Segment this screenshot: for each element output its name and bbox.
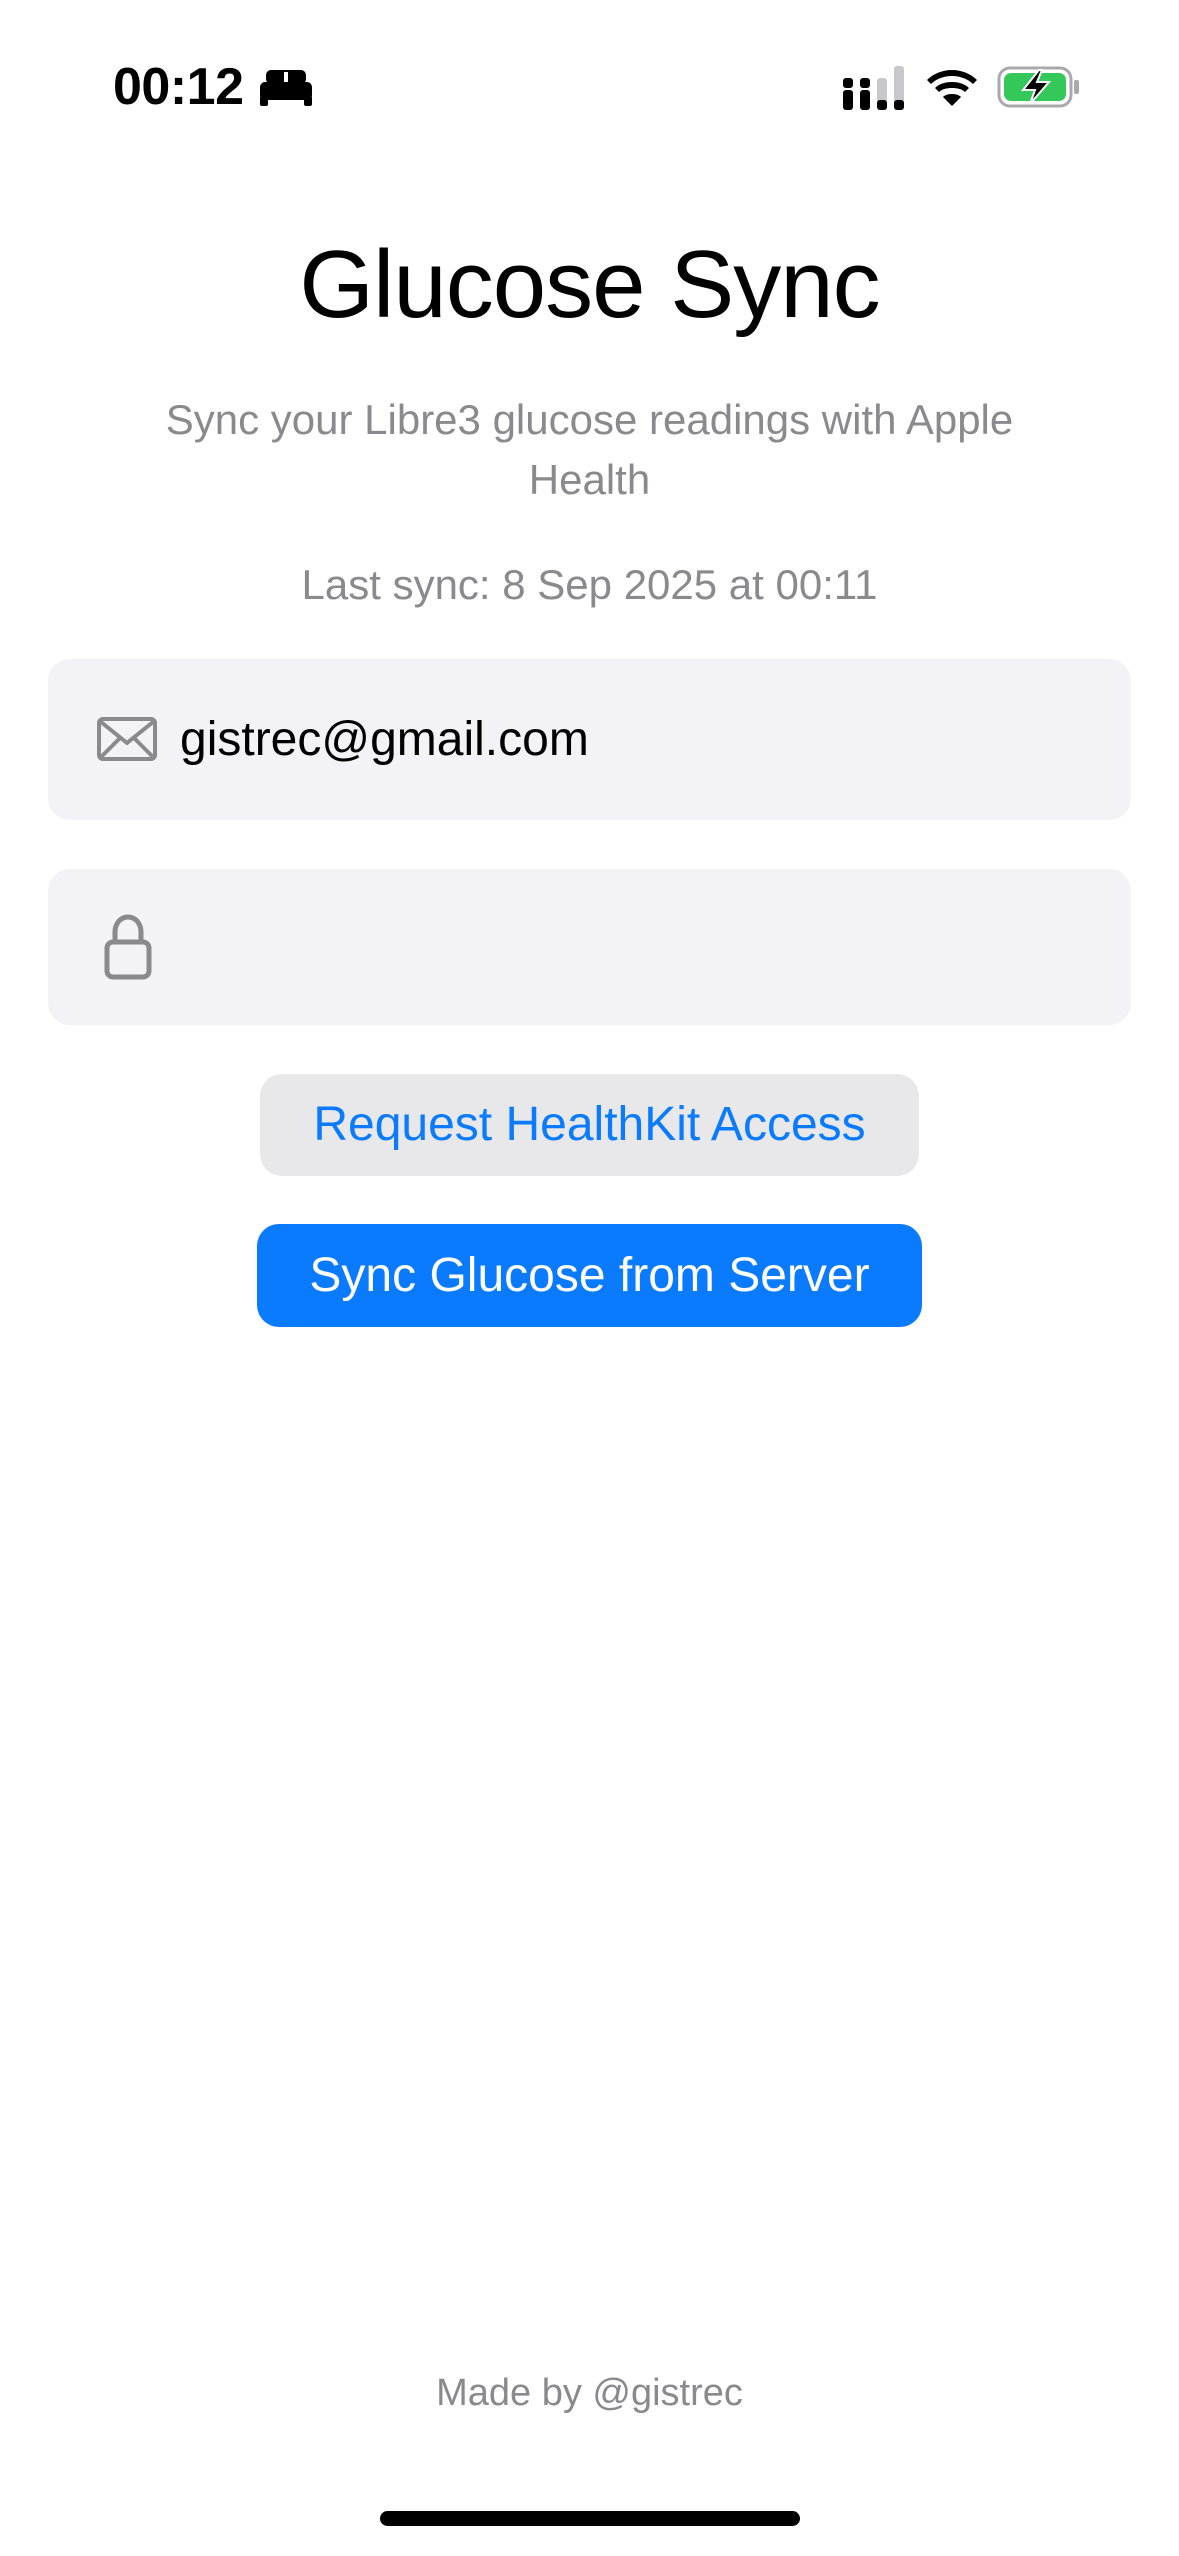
status-bar: 00:12 (0, 0, 1179, 170)
bed-icon (260, 70, 312, 106)
password-field[interactable] (48, 869, 1131, 1025)
wifi-icon (927, 70, 977, 106)
status-time: 00:12 (113, 58, 244, 116)
email-field[interactable] (48, 659, 1131, 820)
battery-charging-icon (997, 66, 1079, 108)
cellular-signal-icon (843, 66, 904, 110)
request-healthkit-access-button[interactable]: Request HealthKit Access (260, 1074, 919, 1176)
footer-credit: Made by @gistrec (436, 2372, 743, 2414)
home-indicator[interactable] (380, 2511, 800, 2526)
email-input[interactable] (180, 659, 1100, 820)
last-sync-label: Last sync: 8 Sep 2025 at 00:11 (301, 561, 878, 608)
envelope-icon (97, 717, 157, 761)
sync-glucose-button[interactable]: Sync Glucose from Server (257, 1224, 922, 1327)
page-title: Glucose Sync (299, 231, 880, 338)
password-input[interactable] (180, 869, 1100, 1025)
lock-icon (104, 914, 152, 980)
page-subtitle: Sync your Libre3 glucose readings with A… (165, 396, 1014, 503)
